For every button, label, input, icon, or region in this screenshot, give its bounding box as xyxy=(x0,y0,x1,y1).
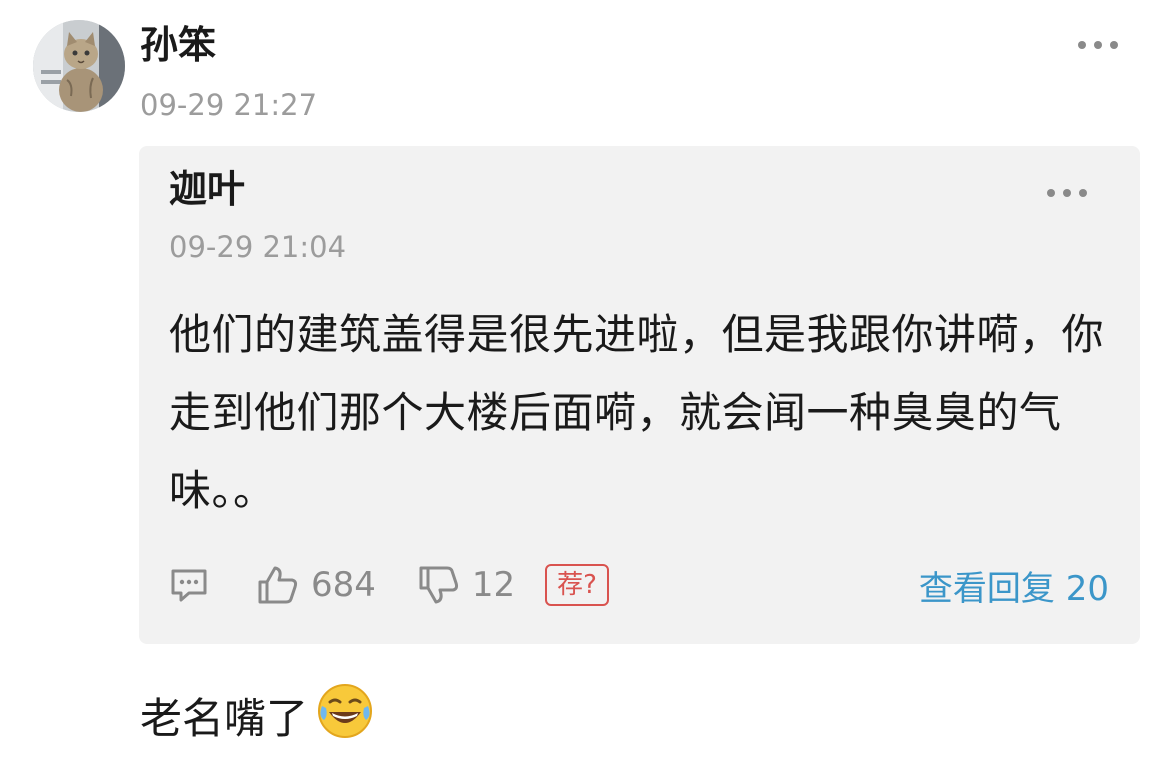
recommend-badge[interactable]: 荐? xyxy=(545,564,609,606)
reply-text: 老名嘴了 xyxy=(140,694,309,743)
action-bar: 684 12 荐? 查看回复 20 xyxy=(169,560,1109,610)
quoted-more-dots-icon[interactable] xyxy=(1047,183,1087,203)
like-count: 684 xyxy=(311,565,376,605)
reply-comment: 老名嘴了 xyxy=(140,682,374,756)
thumb-down-icon xyxy=(419,566,458,604)
thumb-up-icon xyxy=(258,566,298,604)
quoted-author-name[interactable]: 迦叶 xyxy=(169,164,245,214)
view-replies-link[interactable]: 查看回复 20 xyxy=(919,561,1109,610)
laughing-tears-emoji-icon xyxy=(316,682,374,756)
comment-button[interactable] xyxy=(169,567,209,603)
more-dots-icon[interactable] xyxy=(1078,35,1118,55)
quoted-comment-text: 他们的建筑盖得是很先进啦，但是我跟你讲嗬，你走到他们那个大楼后面嗬，就会闻一种臭… xyxy=(169,310,1105,515)
like-button[interactable]: 684 xyxy=(257,565,376,605)
post-timestamp: 09-29 21:27 xyxy=(140,88,318,122)
avatar[interactable] xyxy=(33,20,125,112)
author-name[interactable]: 孙笨 xyxy=(140,20,216,70)
comment-page: 孙笨 09-29 21:27 迦叶 09-29 21:04 他们的建筑盖得是很先… xyxy=(0,0,1170,771)
comment-icon xyxy=(171,569,207,602)
dislike-button[interactable]: 12 xyxy=(418,565,515,605)
cat-avatar-icon xyxy=(33,20,125,112)
quoted-timestamp: 09-29 21:04 xyxy=(169,230,347,264)
dislike-count: 12 xyxy=(471,565,516,605)
quoted-comment[interactable]: 迦叶 09-29 21:04 他们的建筑盖得是很先进啦，但是我跟你讲嗬，你走到他… xyxy=(139,146,1140,644)
